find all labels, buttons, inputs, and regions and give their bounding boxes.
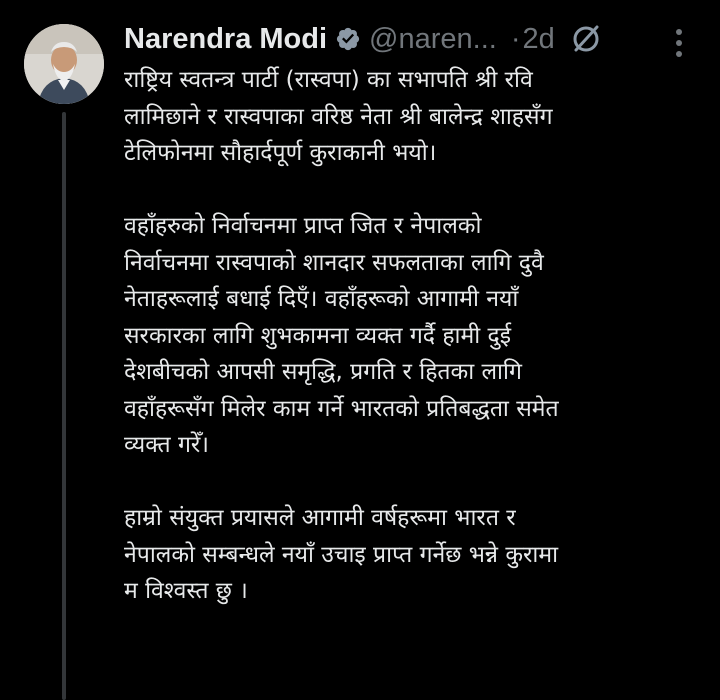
avatar-image — [24, 24, 104, 104]
thread-line — [62, 112, 66, 700]
author-name[interactable]: Narendra Modi — [124, 23, 327, 56]
tweet[interactable]: Narendra Modi @naren... · 2d राष्ट्रिय स… — [0, 0, 720, 700]
timestamp[interactable]: 2d — [522, 23, 554, 56]
verified-badge-icon — [335, 26, 361, 52]
grok-icon[interactable] — [569, 22, 603, 56]
tweet-header: Narendra Modi @naren... · 2d — [124, 16, 704, 62]
author-handle[interactable]: @naren... — [369, 23, 497, 56]
avatar[interactable] — [24, 24, 104, 104]
tweet-paragraph-2: वहाँहरुको निर्वाचनमा प्राप्त जित र नेपाल… — [124, 213, 559, 458]
tweet-text: राष्ट्रिय स्वतन्त्र पार्टी (रास्वपा) का … — [124, 62, 694, 610]
more-options-icon[interactable] — [666, 26, 692, 60]
separator-dot: · — [510, 22, 521, 55]
tweet-paragraph-1: राष्ट्रिय स्वतन्त्र पार्टी (रास्वपा) का … — [124, 67, 553, 166]
tweet-paragraph-3: हाम्रो संयुक्त प्रयासले आगामी वर्षहरूमा … — [124, 505, 559, 604]
